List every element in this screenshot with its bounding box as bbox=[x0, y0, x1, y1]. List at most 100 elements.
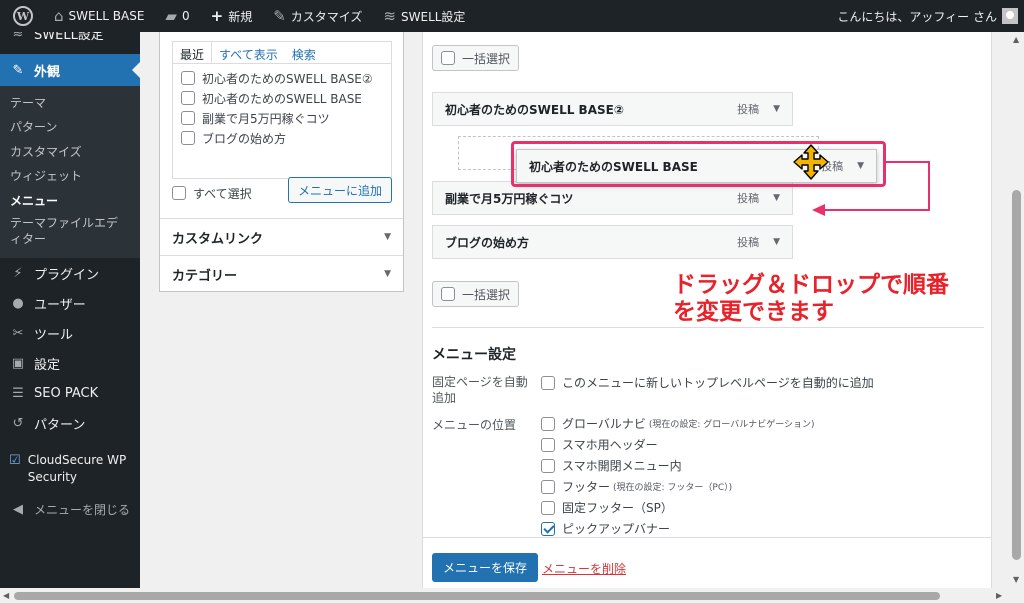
sidebar-item-seo-pack[interactable]: ☰ SEO PACK bbox=[0, 382, 140, 404]
divider bbox=[432, 327, 984, 328]
undo-icon: ↺ bbox=[12, 415, 24, 431]
location-checkbox[interactable] bbox=[541, 479, 555, 494]
menu-location-label: メニューの位置 bbox=[432, 418, 517, 432]
comments-link[interactable]: ▰ 0 bbox=[152, 0, 197, 32]
location-label: ピックアップバナー bbox=[562, 522, 671, 536]
location-sp-header: スマホ用ヘッダー bbox=[541, 434, 815, 455]
scroll-right-icon[interactable]: ▶ bbox=[996, 591, 1002, 600]
customize-link[interactable]: ✎ カスタマイズ bbox=[260, 0, 370, 32]
menu-item-blog-start[interactable]: ブログの始め方 投稿 ▼ bbox=[432, 225, 793, 259]
sidebar-item-settings[interactable]: ▣ 設定 bbox=[0, 352, 140, 374]
tab-search[interactable]: 検索 bbox=[285, 42, 323, 63]
home-icon: ⌂ bbox=[54, 6, 64, 25]
tab-recent[interactable]: 最近 bbox=[173, 42, 213, 63]
sidebar-item-label: SEO PACK bbox=[34, 385, 99, 401]
list-icon: ☰ bbox=[12, 385, 24, 401]
sidebar-item-tools[interactable]: ✂ ツール bbox=[0, 322, 140, 344]
site-name-link[interactable]: ⌂ SWELL BASE bbox=[41, 0, 152, 32]
caret-down-icon: ▼ bbox=[384, 232, 391, 242]
new-content-link[interactable]: + 新規 bbox=[198, 0, 261, 32]
vertical-scrollbar[interactable]: ▲ ▼ bbox=[1009, 32, 1024, 588]
list-item: 初心者のためのSWELL BASE② bbox=[181, 68, 383, 88]
comments-count: 0 bbox=[181, 9, 190, 23]
scroll-down-icon[interactable]: ▼ bbox=[1013, 575, 1019, 584]
admin-bar: W ⌂ SWELL BASE ▰ 0 + 新規 ✎ カスタマイズ ≋ SWELL設定 こん… bbox=[0, 0, 1024, 32]
submenu-item-patterns[interactable]: パターン bbox=[0, 118, 67, 135]
accordion-title: カテゴリー bbox=[172, 268, 238, 284]
caret-down-icon[interactable]: ▼ bbox=[773, 237, 780, 247]
submenu-item-themes[interactable]: テーマ bbox=[0, 94, 56, 111]
settings-icon: ▣ bbox=[11, 355, 25, 371]
bulk-select-button-top[interactable]: 一括選択 bbox=[432, 45, 520, 71]
custom-links-accordion[interactable]: カスタムリンク ▼ bbox=[160, 218, 403, 255]
menu-item-meta: 投稿 ▼ bbox=[737, 190, 780, 206]
annotation-line: ドラッグ＆ドロップで順番 bbox=[673, 272, 949, 298]
location-footer: フッター (現在の設定: フッター（PC）) bbox=[541, 476, 815, 497]
location-pickup-banner: ピックアップバナー bbox=[541, 518, 815, 539]
sidebar-item-label: パターン bbox=[34, 417, 86, 433]
tab-view-all[interactable]: すべて表示 bbox=[212, 42, 285, 63]
vertical-scroll-thumb[interactable] bbox=[1012, 190, 1021, 560]
sidebar-item-cloudsecure[interactable]: ☑ CloudSecure WP Security bbox=[0, 452, 140, 488]
sidebar-item-users[interactable]: ● ユーザー bbox=[0, 292, 140, 314]
delete-menu-link[interactable]: メニューを削除 bbox=[542, 560, 626, 577]
swell-settings-label: SWELL設定 bbox=[401, 9, 466, 24]
sidebar-item-plugins[interactable]: ⚡ プラグイン bbox=[0, 262, 140, 284]
collapse-menu-button[interactable]: ◀ メニューを閉じる bbox=[0, 498, 140, 520]
horizontal-scrollbar[interactable]: ◀ ▶ bbox=[0, 588, 1009, 603]
caret-down-icon[interactable]: ▼ bbox=[773, 104, 780, 114]
menu-item-title: 初心者のためのSWELL BASE② bbox=[445, 102, 624, 117]
caret-down-icon: ▼ bbox=[384, 269, 391, 279]
horizontal-scroll-thumb[interactable] bbox=[14, 592, 940, 600]
post-checkbox[interactable] bbox=[181, 91, 195, 105]
location-label: スマホ開閉メニュー内 bbox=[562, 459, 682, 473]
paintbrush-icon: ✎ bbox=[12, 62, 24, 78]
scroll-up-icon[interactable]: ▲ bbox=[1013, 35, 1019, 44]
auto-add-checkbox[interactable] bbox=[541, 375, 555, 390]
drag-drop-annotation: ドラッグ＆ドロップで順番 を変更できます bbox=[673, 272, 949, 326]
submenu-item-menus[interactable]: メニュー bbox=[0, 192, 68, 209]
location-checkbox[interactable] bbox=[541, 500, 555, 515]
sidebar-item-appearance[interactable]: ✎ 外観 bbox=[0, 54, 140, 86]
location-checkbox-checked[interactable] bbox=[541, 521, 555, 536]
post-checkbox[interactable] bbox=[181, 111, 195, 125]
sidebar-item-label: ツール bbox=[34, 327, 74, 343]
submenu-item-widgets[interactable]: ウィジェット bbox=[0, 167, 92, 184]
sidebar-item-label: 外観 bbox=[34, 64, 61, 80]
annotation-line: を変更できます bbox=[673, 299, 834, 325]
swell-settings-link[interactable]: ≋ SWELL設定 bbox=[370, 0, 473, 32]
menu-item-type: 投稿 bbox=[737, 103, 760, 116]
categories-accordion[interactable]: カテゴリー ▼ bbox=[160, 255, 403, 292]
submenu-item-theme-editor[interactable]: テーマファイルエディター bbox=[0, 215, 132, 247]
sidebar-item-label: 設定 bbox=[34, 357, 61, 373]
bulk-select-button-bottom[interactable]: 一括選択 bbox=[432, 281, 520, 307]
post-checkbox[interactable] bbox=[181, 71, 195, 85]
scroll-left-icon[interactable]: ◀ bbox=[3, 591, 9, 600]
posts-tabs: 最近 すべて表示 検索 bbox=[173, 42, 391, 64]
wp-logo-button[interactable]: W bbox=[0, 0, 41, 32]
location-checkbox[interactable] bbox=[541, 458, 555, 473]
save-menu-button[interactable]: メニューを保存 bbox=[432, 553, 539, 582]
location-checkbox[interactable] bbox=[541, 416, 555, 431]
add-to-menu-button[interactable]: メニューに追加 bbox=[287, 177, 392, 203]
select-all-label: すべて選択 bbox=[193, 186, 252, 201]
account-menu[interactable]: こんにちは、アッフィー さん bbox=[824, 0, 1024, 32]
select-all-checkbox[interactable] bbox=[172, 186, 186, 200]
recent-posts-list: 初心者のためのSWELL BASE② 初心者のためのSWELL BASE 副業で… bbox=[173, 64, 391, 152]
menu-item-type: 投稿 bbox=[737, 236, 760, 249]
greeting: こんにちは、アッフィー さん bbox=[837, 9, 997, 24]
post-title: 副業で月5万円稼ぐコツ bbox=[202, 111, 330, 126]
caret-down-icon[interactable]: ▼ bbox=[773, 193, 780, 203]
post-checkbox[interactable] bbox=[181, 131, 195, 145]
location-checkbox[interactable] bbox=[541, 437, 555, 452]
post-title: ブログの始め方 bbox=[202, 131, 287, 146]
menu-item-title: 副業で月5万円稼ぐコツ bbox=[445, 191, 574, 206]
sidebar-item-label: メニューを閉じる bbox=[34, 502, 131, 517]
sidebar-item-patterns[interactable]: ↺ パターン bbox=[0, 412, 140, 434]
customize-label: カスタマイズ bbox=[290, 9, 363, 24]
menu-item-swell-base-2[interactable]: 初心者のためのSWELL BASE② 投稿 ▼ bbox=[432, 92, 793, 126]
sidebar-item-label: ユーザー bbox=[34, 297, 86, 313]
plus-icon: + bbox=[210, 6, 224, 25]
submenu-item-customize[interactable]: カスタマイズ bbox=[0, 143, 92, 160]
collapse-icon: ◀ bbox=[13, 501, 23, 517]
